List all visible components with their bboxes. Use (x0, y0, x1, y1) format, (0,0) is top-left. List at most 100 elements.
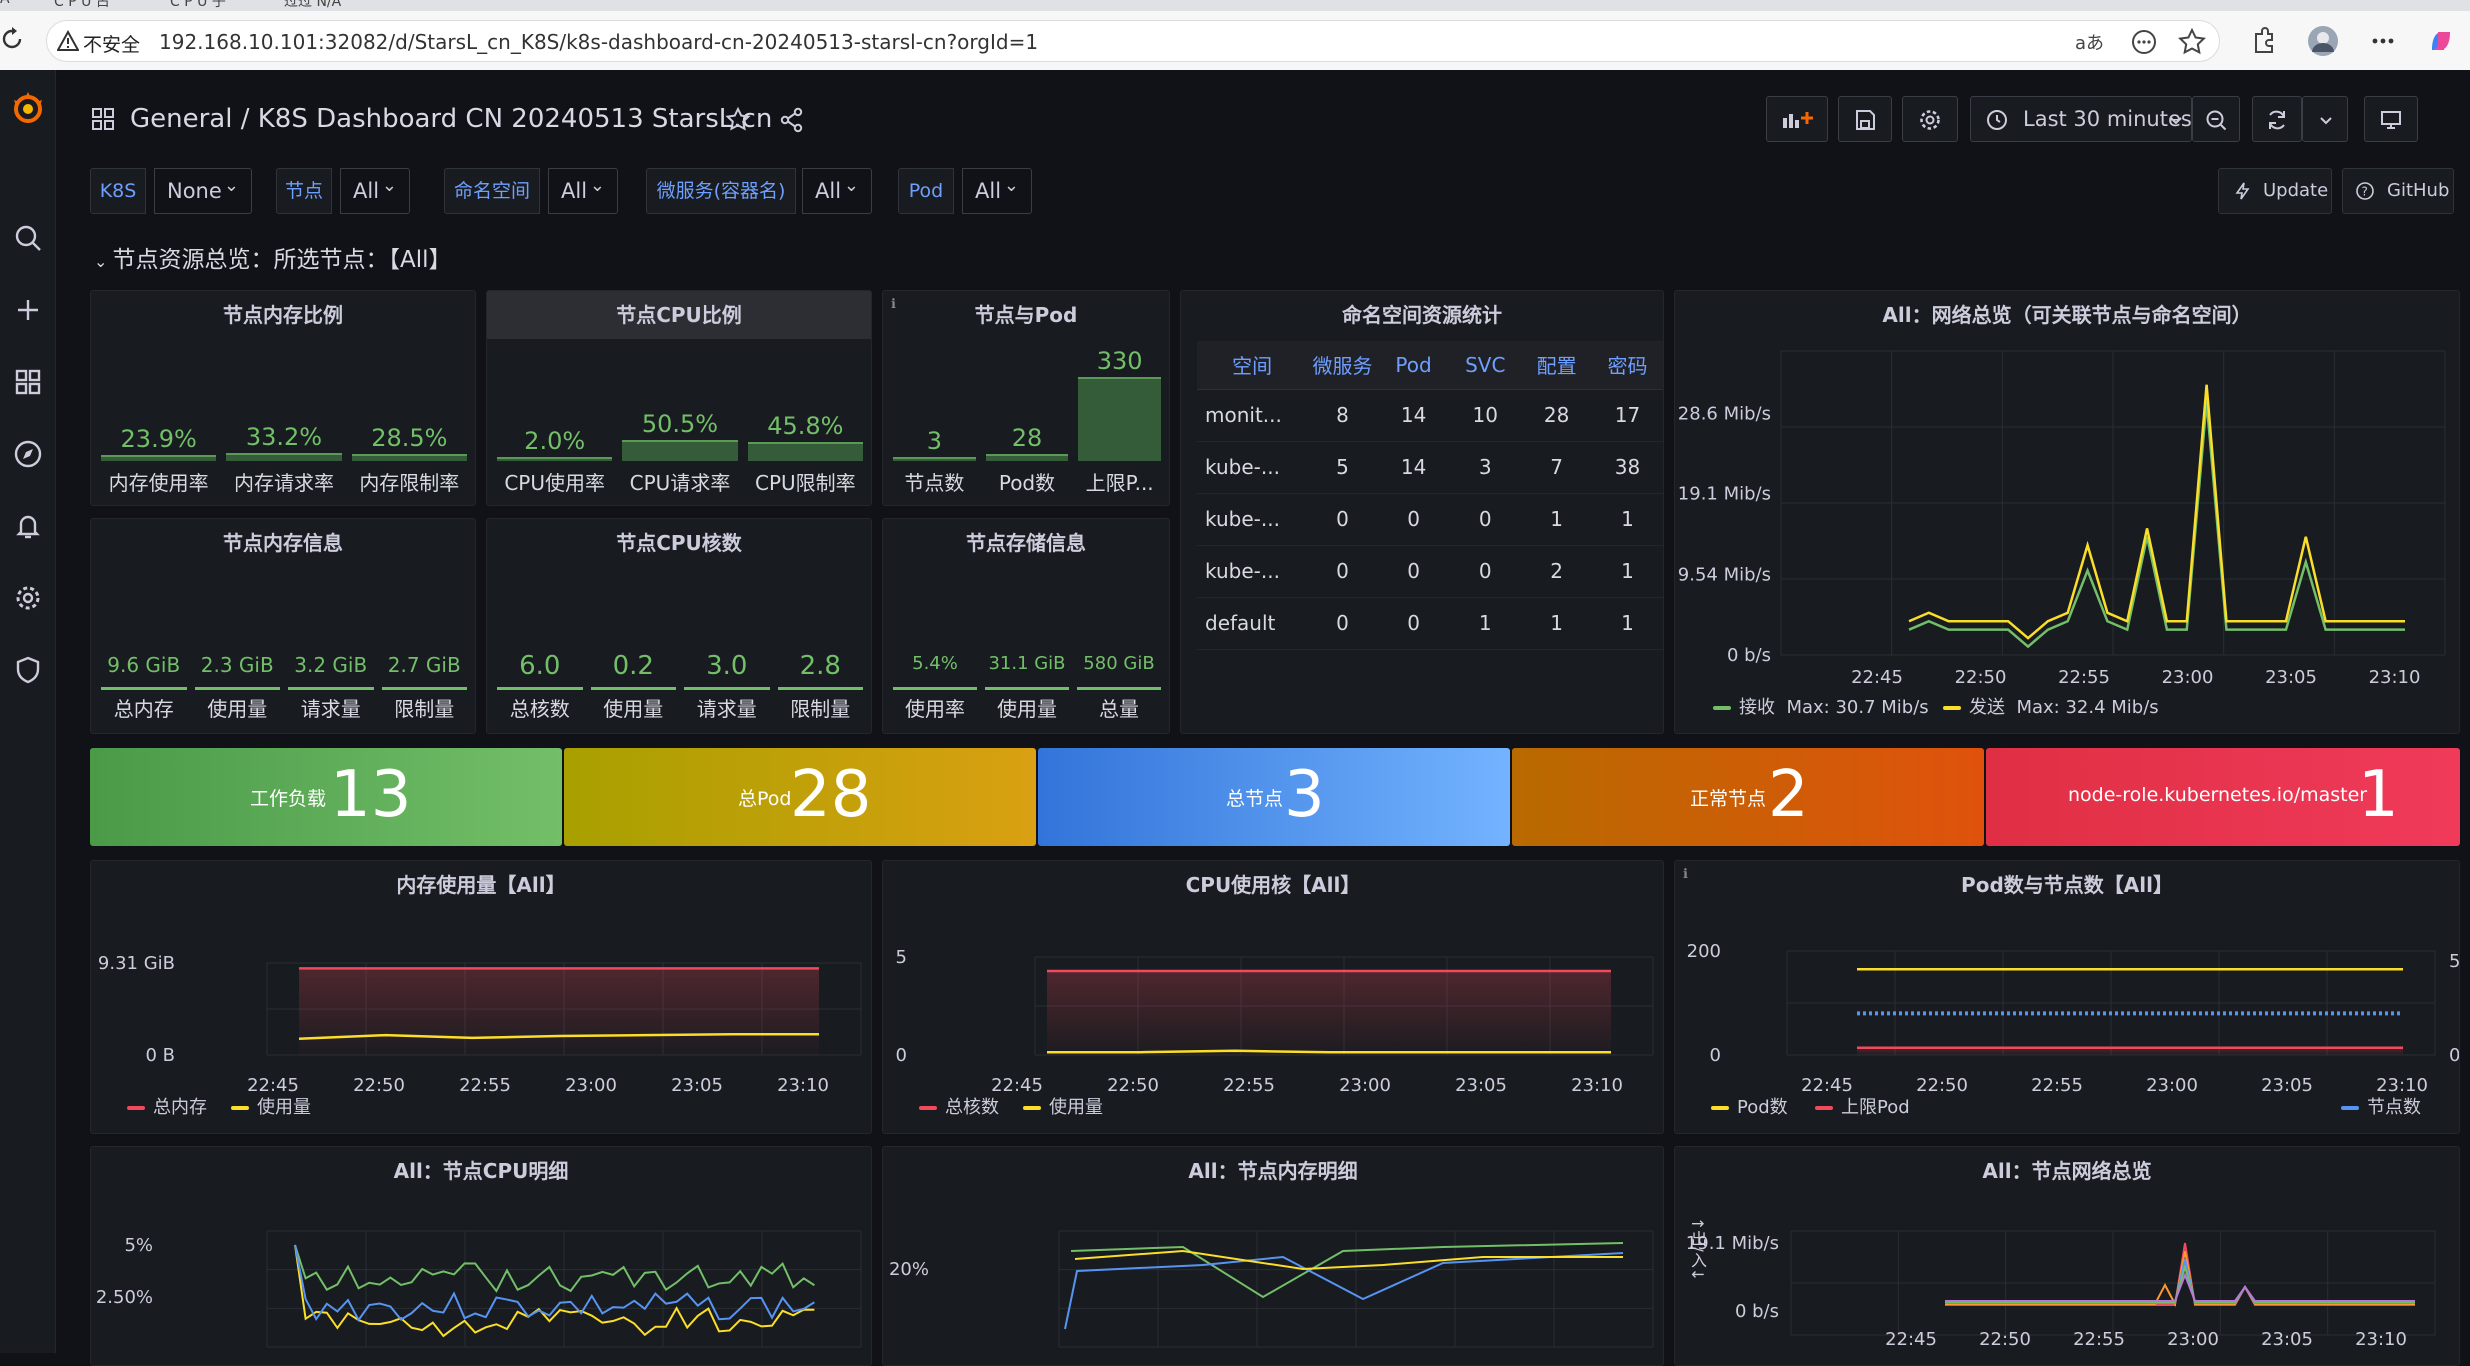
tab[interactable]: C P U 子 (170, 0, 226, 11)
menu-more-icon[interactable] (2366, 24, 2400, 58)
address-bar[interactable]: 不安全 192.168.10.101:32082/d/StarsL_cn_K8S… (46, 20, 2220, 62)
url-text[interactable]: 192.168.10.101:32082/d/StarsL_cn_K8S/k8s… (159, 30, 1038, 54)
legend-swatch (919, 1106, 937, 1110)
var-select-node[interactable]: All (340, 164, 410, 214)
breadcrumb[interactable]: General / K8S Dashboard CN 20240513 Star… (130, 104, 772, 134)
legend-item[interactable]: 使用量 (231, 1093, 311, 1119)
panel-mem-ratio[interactable]: 节点内存比例 23.9% 内存使用率 33.2% 内存请求率 28.5% 内存限制率 (90, 290, 476, 506)
tab[interactable]: 过过 N/A (284, 0, 341, 11)
memory-usage-chart[interactable]: 0 B9.31 GiB22:45 22:50 22:55 23:00 23:05 23:1… (91, 861, 872, 1134)
refresh-icon (2269, 110, 2285, 130)
legend-item[interactable]: 节点数 (2341, 1093, 2421, 1119)
time-range-picker[interactable]: Last 30 minutes (1970, 96, 2192, 142)
legend-swatch (231, 1106, 249, 1110)
legend-swatch (2341, 1106, 2359, 1110)
tab-strip[interactable]: A C P U 占 C P U 子 过过 N/A (0, 0, 2470, 11)
var-select-pod[interactable]: All (962, 164, 1032, 214)
network-chart[interactable]: 0 b/s 9.54 Mib/s 19.1 Mib/s 28.6 Mib/s 22:45… (1675, 291, 2460, 734)
dashboards-icon[interactable] (12, 366, 44, 398)
legend-item[interactable]: 接收 Max: 30.7 Mib/s (1713, 693, 1929, 719)
column-header[interactable]: Pod (1377, 341, 1450, 390)
table-row[interactable]: kube-... 0 0 0 1 1 (1197, 493, 1663, 546)
settings-gear-icon[interactable] (12, 582, 44, 614)
legend-item[interactable]: 总核数 (919, 1093, 999, 1119)
panel-network-overview[interactable]: All：网络总览（可关联节点与命名空间） 0 b/s 9.54 Mib/s 19.1… (1674, 290, 2460, 734)
refresh-button[interactable] (2252, 96, 2302, 142)
stat-total-pods[interactable]: 总Pod 28 (564, 748, 1036, 846)
favorite-star-icon[interactable] (2175, 25, 2209, 59)
panel-node-memory-detail[interactable]: All：节点内存明细 20% (882, 1146, 1664, 1366)
panel-pods-nodes[interactable]: ℹ Pod数与节点数【All】 0 200 22:45 22:50 22:55 23:00… (1674, 860, 2460, 1134)
grafana-logo-icon[interactable] (10, 90, 46, 126)
node-cpu-chart[interactable]: 2.50% 5% (91, 1147, 872, 1366)
share-icon[interactable] (778, 106, 806, 134)
panel-mem-info[interactable]: 节点内存信息 9.6 GiB 总内存 2.3 GiB 使用量 3.2 GiB 请求量 2.7… (90, 518, 476, 734)
gauge-label: 总内存 (113, 697, 174, 721)
tab[interactable]: C P U 占 (54, 0, 110, 11)
more-icon[interactable] (2127, 25, 2161, 59)
var-select-k8s[interactable]: None (154, 164, 252, 214)
table-row[interactable]: default 0 0 1 1 1 (1197, 597, 1663, 650)
alerting-bell-icon[interactable] (12, 510, 44, 542)
save-dashboard-button[interactable] (1838, 96, 1892, 142)
refresh-icon[interactable] (0, 22, 24, 56)
panel-node-pod[interactable]: ℹ 节点与Pod 3 节点数 28 Pod数 330 上限P... (882, 290, 1170, 506)
github-link-button[interactable]: ? GitHub (2342, 168, 2454, 214)
node-memory-chart[interactable]: 20% (883, 1147, 1664, 1366)
refresh-interval-dropdown[interactable] (2302, 96, 2348, 142)
panel-namespace-stats[interactable]: 命名空间资源统计 空间 微服务 Pod SVC 配置 密码 monit... 8 14 10 28… (1180, 290, 1664, 734)
stat-workloads[interactable]: 工作负载 13 (90, 748, 562, 846)
series-line-usage (1047, 1049, 1611, 1054)
legend-item[interactable]: 使用量 (1023, 1093, 1103, 1119)
table-row[interactable]: kube-... 5 14 3 7 38 (1197, 441, 1663, 494)
legend-item[interactable]: Pod数 (1711, 1093, 1788, 1119)
profile-avatar-icon[interactable] (2306, 24, 2340, 58)
plus-icon[interactable] (12, 294, 44, 326)
panel-node-cpu-detail[interactable]: All：节点CPU明细 2.50% 5% (90, 1146, 872, 1366)
panel-title: 节点CPU核数 (616, 531, 742, 555)
table-cell: 2 (1521, 545, 1593, 598)
tab[interactable]: A (0, 0, 10, 7)
gauge-value: 330 (1096, 347, 1143, 375)
row-title[interactable]: ⌄ 节点资源总览：所选节点：【All】 (94, 240, 452, 274)
add-panel-button[interactable] (1766, 96, 1828, 142)
y-tick-label-right: 0 (2449, 1045, 2460, 1066)
tv-mode-button[interactable] (2364, 96, 2418, 142)
table-row[interactable]: kube-... 0 0 0 2 1 (1197, 545, 1663, 598)
stat-total-nodes[interactable]: 总节点 3 (1038, 748, 1510, 846)
var-select-namespace[interactable]: All (548, 164, 618, 214)
gauge-label: 限制量 (394, 697, 455, 721)
shield-icon[interactable] (12, 654, 44, 686)
legend-item[interactable]: 发送 Max: 32.4 Mib/s (1943, 693, 2159, 719)
node-network-chart[interactable]: 0 b/s19.1 Mib/s22:45 22:50 22:55 23:00 23:05… (1675, 1147, 2460, 1366)
star-icon[interactable] (724, 106, 752, 134)
column-header[interactable]: SVC (1449, 341, 1522, 390)
zoom-out-button[interactable] (2192, 96, 2240, 142)
column-header[interactable]: 配置 (1521, 341, 1593, 390)
panel-storage[interactable]: 节点存储信息 5.4% 使用率 31.1 GiB 使用量 580 GiB 总量 (882, 518, 1170, 734)
panel-node-network[interactable]: All：节点网络总览 0 b/s 19.1 Mib/s 22:45 22:50 22:5… (1674, 1146, 2460, 1366)
column-header[interactable]: 空间 (1197, 341, 1308, 390)
legend-item[interactable]: 上限Pod (1815, 1093, 1910, 1119)
extensions-icon[interactable] (2246, 24, 2280, 58)
search-icon[interactable] (12, 222, 44, 254)
x-tick-label: 22:55 (459, 1075, 511, 1096)
dashboard-settings-button[interactable] (1902, 96, 1958, 142)
cpu-usage-chart[interactable]: 0522:45 22:50 22:55 23:00 23:05 23:10 (883, 861, 1664, 1134)
panel-memory-usage[interactable]: 内存使用量【All】 0 B 9.31 GiB 22:45 22:50 22:55 23:… (90, 860, 872, 1134)
gauge-label: 使用率 (905, 697, 965, 721)
panel-cpu-ratio[interactable]: 节点CPU比例 2.0% CPU使用率 50.5% CPU请求率 45.8% CPU限制率 (486, 290, 872, 506)
panel-cpu-usage[interactable]: CPU使用核【All】 0 5 22:45 22:50 22:55 23:00 23:05 2… (882, 860, 1664, 1134)
stat-master-nodes[interactable]: node-role.kubernetes.io/master 1 (1986, 748, 2460, 846)
panel-cpu-cores[interactable]: 节点CPU核数 6.0 总核数 0.2 使用量 3.0 请求量 2.8 限制量 (486, 518, 872, 734)
legend-item[interactable]: 总内存 (127, 1093, 207, 1119)
var-select-service[interactable]: All (802, 164, 872, 214)
explore-compass-icon[interactable] (12, 438, 44, 470)
update-link-button[interactable]: Update (2218, 168, 2332, 214)
stat-ready-nodes[interactable]: 正常节点 2 (1512, 748, 1984, 846)
read-aloud-icon[interactable]: aあ (2071, 25, 2105, 59)
copilot-icon[interactable] (2424, 24, 2458, 58)
column-header[interactable]: 微服务 (1307, 341, 1378, 390)
table-row[interactable]: monit... 8 14 10 28 17 (1197, 389, 1663, 442)
column-header[interactable]: 密码 (1592, 341, 1663, 390)
